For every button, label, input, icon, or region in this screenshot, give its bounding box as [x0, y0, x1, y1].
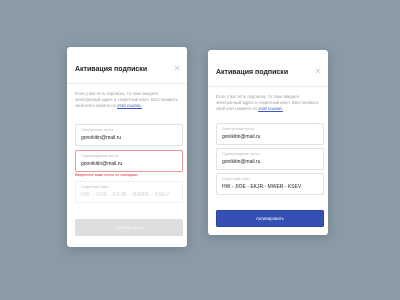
confirm-email-field[interactable]: Подтверждение почты goonikitin@mail.ru — [75, 150, 183, 172]
activate-button-disabled[interactable]: Активировать — [75, 219, 183, 236]
dialog-title: Активация подписки — [216, 69, 289, 76]
divider — [67, 83, 187, 84]
secret-key-field[interactable]: Секретный ключ HW - JIOE - EKJR - MWER -… — [75, 181, 183, 203]
close-icon[interactable]: ✕ — [314, 68, 322, 76]
email-field-value: gonikitin@mail.ru — [222, 134, 261, 140]
divider — [208, 86, 328, 87]
email-field-label: Электронная почта — [81, 128, 114, 132]
restore-key-link[interactable]: этой ссылке. — [117, 103, 142, 108]
email-mismatch-error: Введенные вами почты не совпадают — [75, 173, 139, 177]
email-field-label: Электронная почта — [222, 127, 255, 131]
email-field[interactable]: Электронная почта gonokitin@mail.ru — [75, 124, 183, 146]
activation-dialog-error: Активация подписки ✕ Если у вас есть под… — [67, 47, 187, 247]
dialog-title: Активация подписки — [75, 66, 148, 73]
secret-key-field-value: HW - JIOE - EKJR - MWER - KSEV — [81, 192, 170, 198]
activate-button[interactable]: Активировать — [216, 210, 324, 227]
dialog-description: Если у вас есть подписка, то тоже введит… — [216, 94, 322, 113]
confirm-email-field-value: goonikitin@mail.ru — [81, 161, 123, 167]
email-field[interactable]: Электронная почта gonikitin@mail.ru — [216, 123, 324, 145]
restore-key-link[interactable]: этой ссылке. — [258, 106, 283, 111]
confirm-email-field-value: gonikitin@mail.ru — [222, 159, 261, 165]
secret-key-field-label: Секретный ключ — [222, 177, 250, 181]
confirm-email-field[interactable]: Подтверждение почты gonikitin@mail.ru — [216, 148, 324, 170]
close-icon[interactable]: ✕ — [173, 65, 181, 73]
activation-dialog-valid: Активация подписки ✕ Если у вас есть под… — [208, 50, 328, 235]
secret-key-field[interactable]: Секретный ключ HW - JIOE - EKJR - MWER -… — [216, 173, 324, 195]
dialog-description: Если у вас есть подписка, то тоже введит… — [75, 91, 181, 110]
confirm-email-field-label: Подтверждение почты — [81, 154, 119, 158]
secret-key-field-label: Секретный ключ — [81, 185, 109, 189]
email-field-value: gonokitin@mail.ru — [81, 135, 122, 141]
secret-key-field-value: HW - JIOE - EKJR - MWER - KSEV — [222, 184, 302, 190]
confirm-email-field-label: Подтверждение почты — [222, 152, 260, 156]
